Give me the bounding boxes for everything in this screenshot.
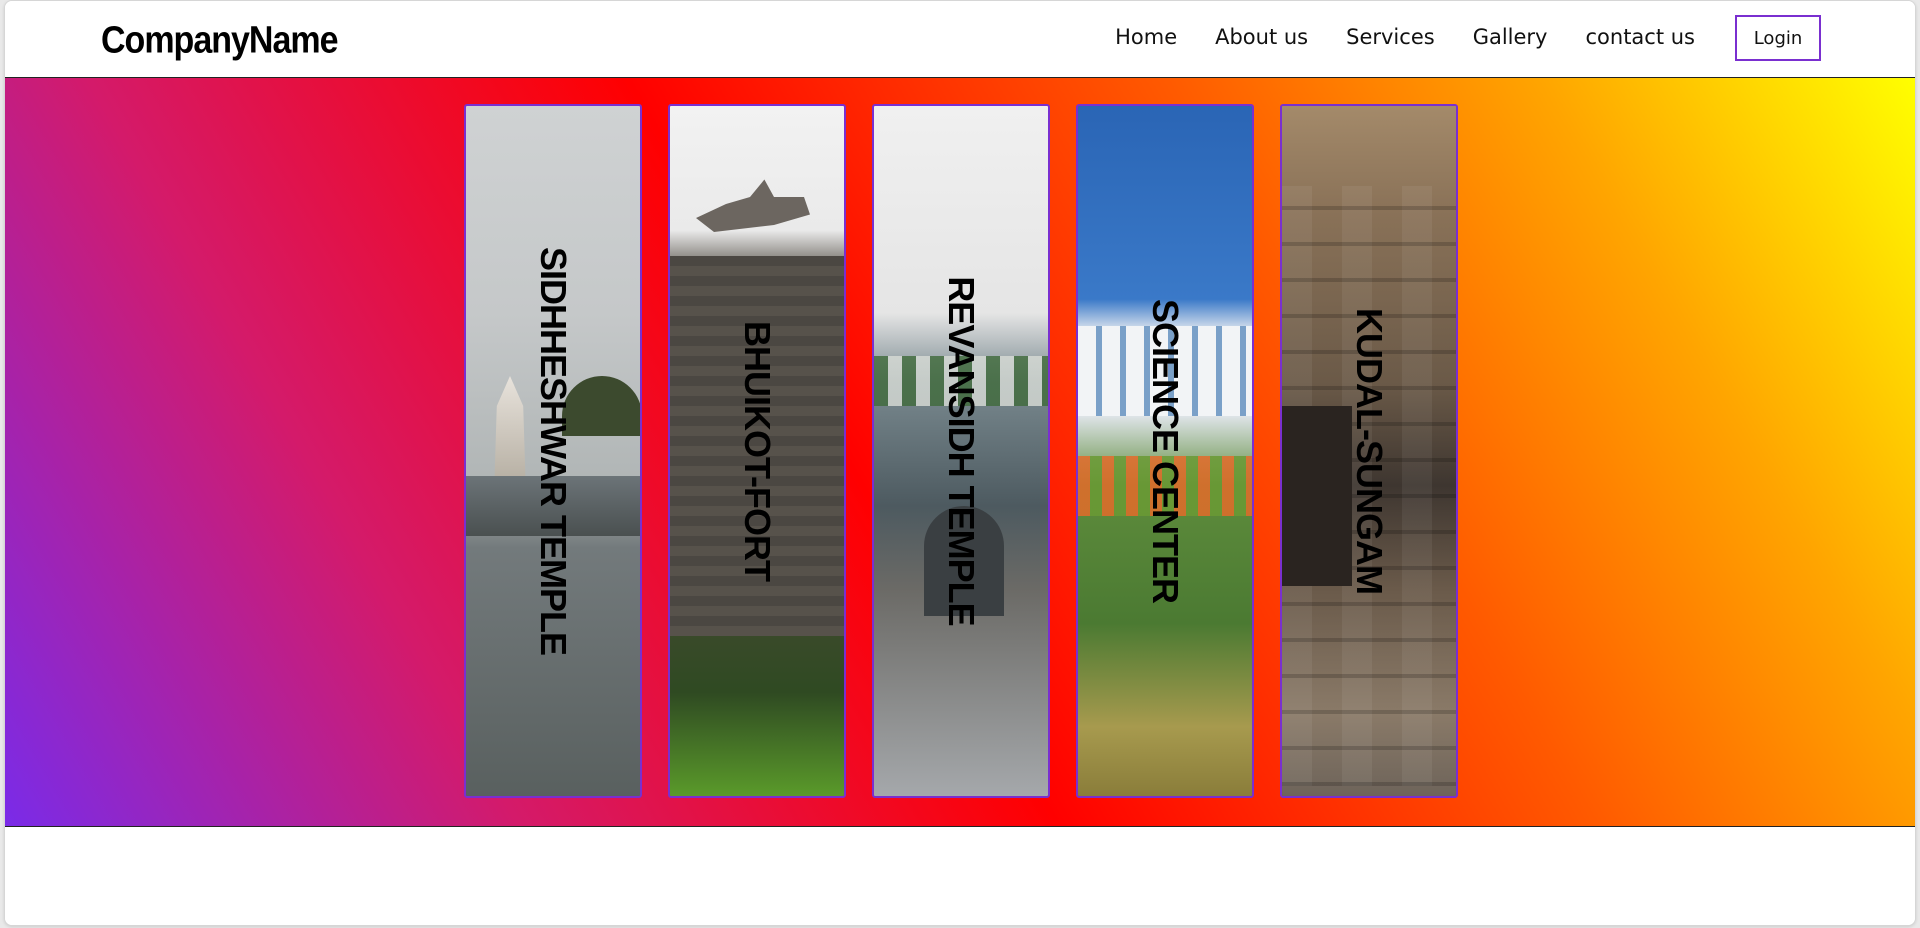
login-button[interactable]: Login — [1735, 15, 1821, 61]
gallery-panel-bhuikot-fort[interactable]: BHUIKOT-FORT — [668, 104, 846, 798]
nav-link-gallery[interactable]: Gallery — [1473, 25, 1548, 49]
navbar: CompanyName Home About us Services Galle… — [5, 1, 1915, 77]
nav-links: Home About us Services Gallery contact u… — [1115, 25, 1695, 49]
panel-label: SIDHHESHWAR TEMPLE — [533, 246, 574, 656]
panel-label: KUDAL-SUNGAM — [1349, 308, 1390, 594]
nav-link-about-us[interactable]: About us — [1215, 25, 1308, 49]
gallery-panel-kudal-sungam[interactable]: KUDAL-SUNGAM — [1280, 104, 1458, 798]
gallery-panel-science-center[interactable]: SCIENCE CENTER — [1076, 104, 1254, 798]
browser-page: CompanyName Home About us Services Galle… — [4, 0, 1916, 926]
nav-link-home[interactable]: Home — [1115, 25, 1177, 49]
nav-link-contact-us[interactable]: contact us — [1585, 25, 1695, 49]
panel-label: REVANSIDH TEMPLE — [941, 276, 982, 626]
gallery-panel-sidhheshwar-temple[interactable]: SIDHHESHWAR TEMPLE — [464, 104, 642, 798]
page-bottom-area — [5, 827, 1915, 925]
panel-label: BHUIKOT-FORT — [737, 321, 778, 581]
gallery-panels: SIDHHESHWAR TEMPLE BHUIKOT-FORT REVANSID… — [464, 104, 1458, 798]
statue-shape — [696, 179, 810, 232]
company-logo[interactable]: CompanyName — [101, 19, 339, 63]
gallery-panel-revansidh-temple[interactable]: REVANSIDH TEMPLE — [872, 104, 1050, 798]
temple-shape — [494, 376, 526, 476]
panel-label: SCIENCE CENTER — [1145, 298, 1186, 604]
nav-link-services[interactable]: Services — [1346, 25, 1435, 49]
hero-gallery: SIDHHESHWAR TEMPLE BHUIKOT-FORT REVANSID… — [5, 77, 1915, 827]
trees-shape — [562, 376, 640, 436]
doorway-shape — [1282, 406, 1352, 586]
